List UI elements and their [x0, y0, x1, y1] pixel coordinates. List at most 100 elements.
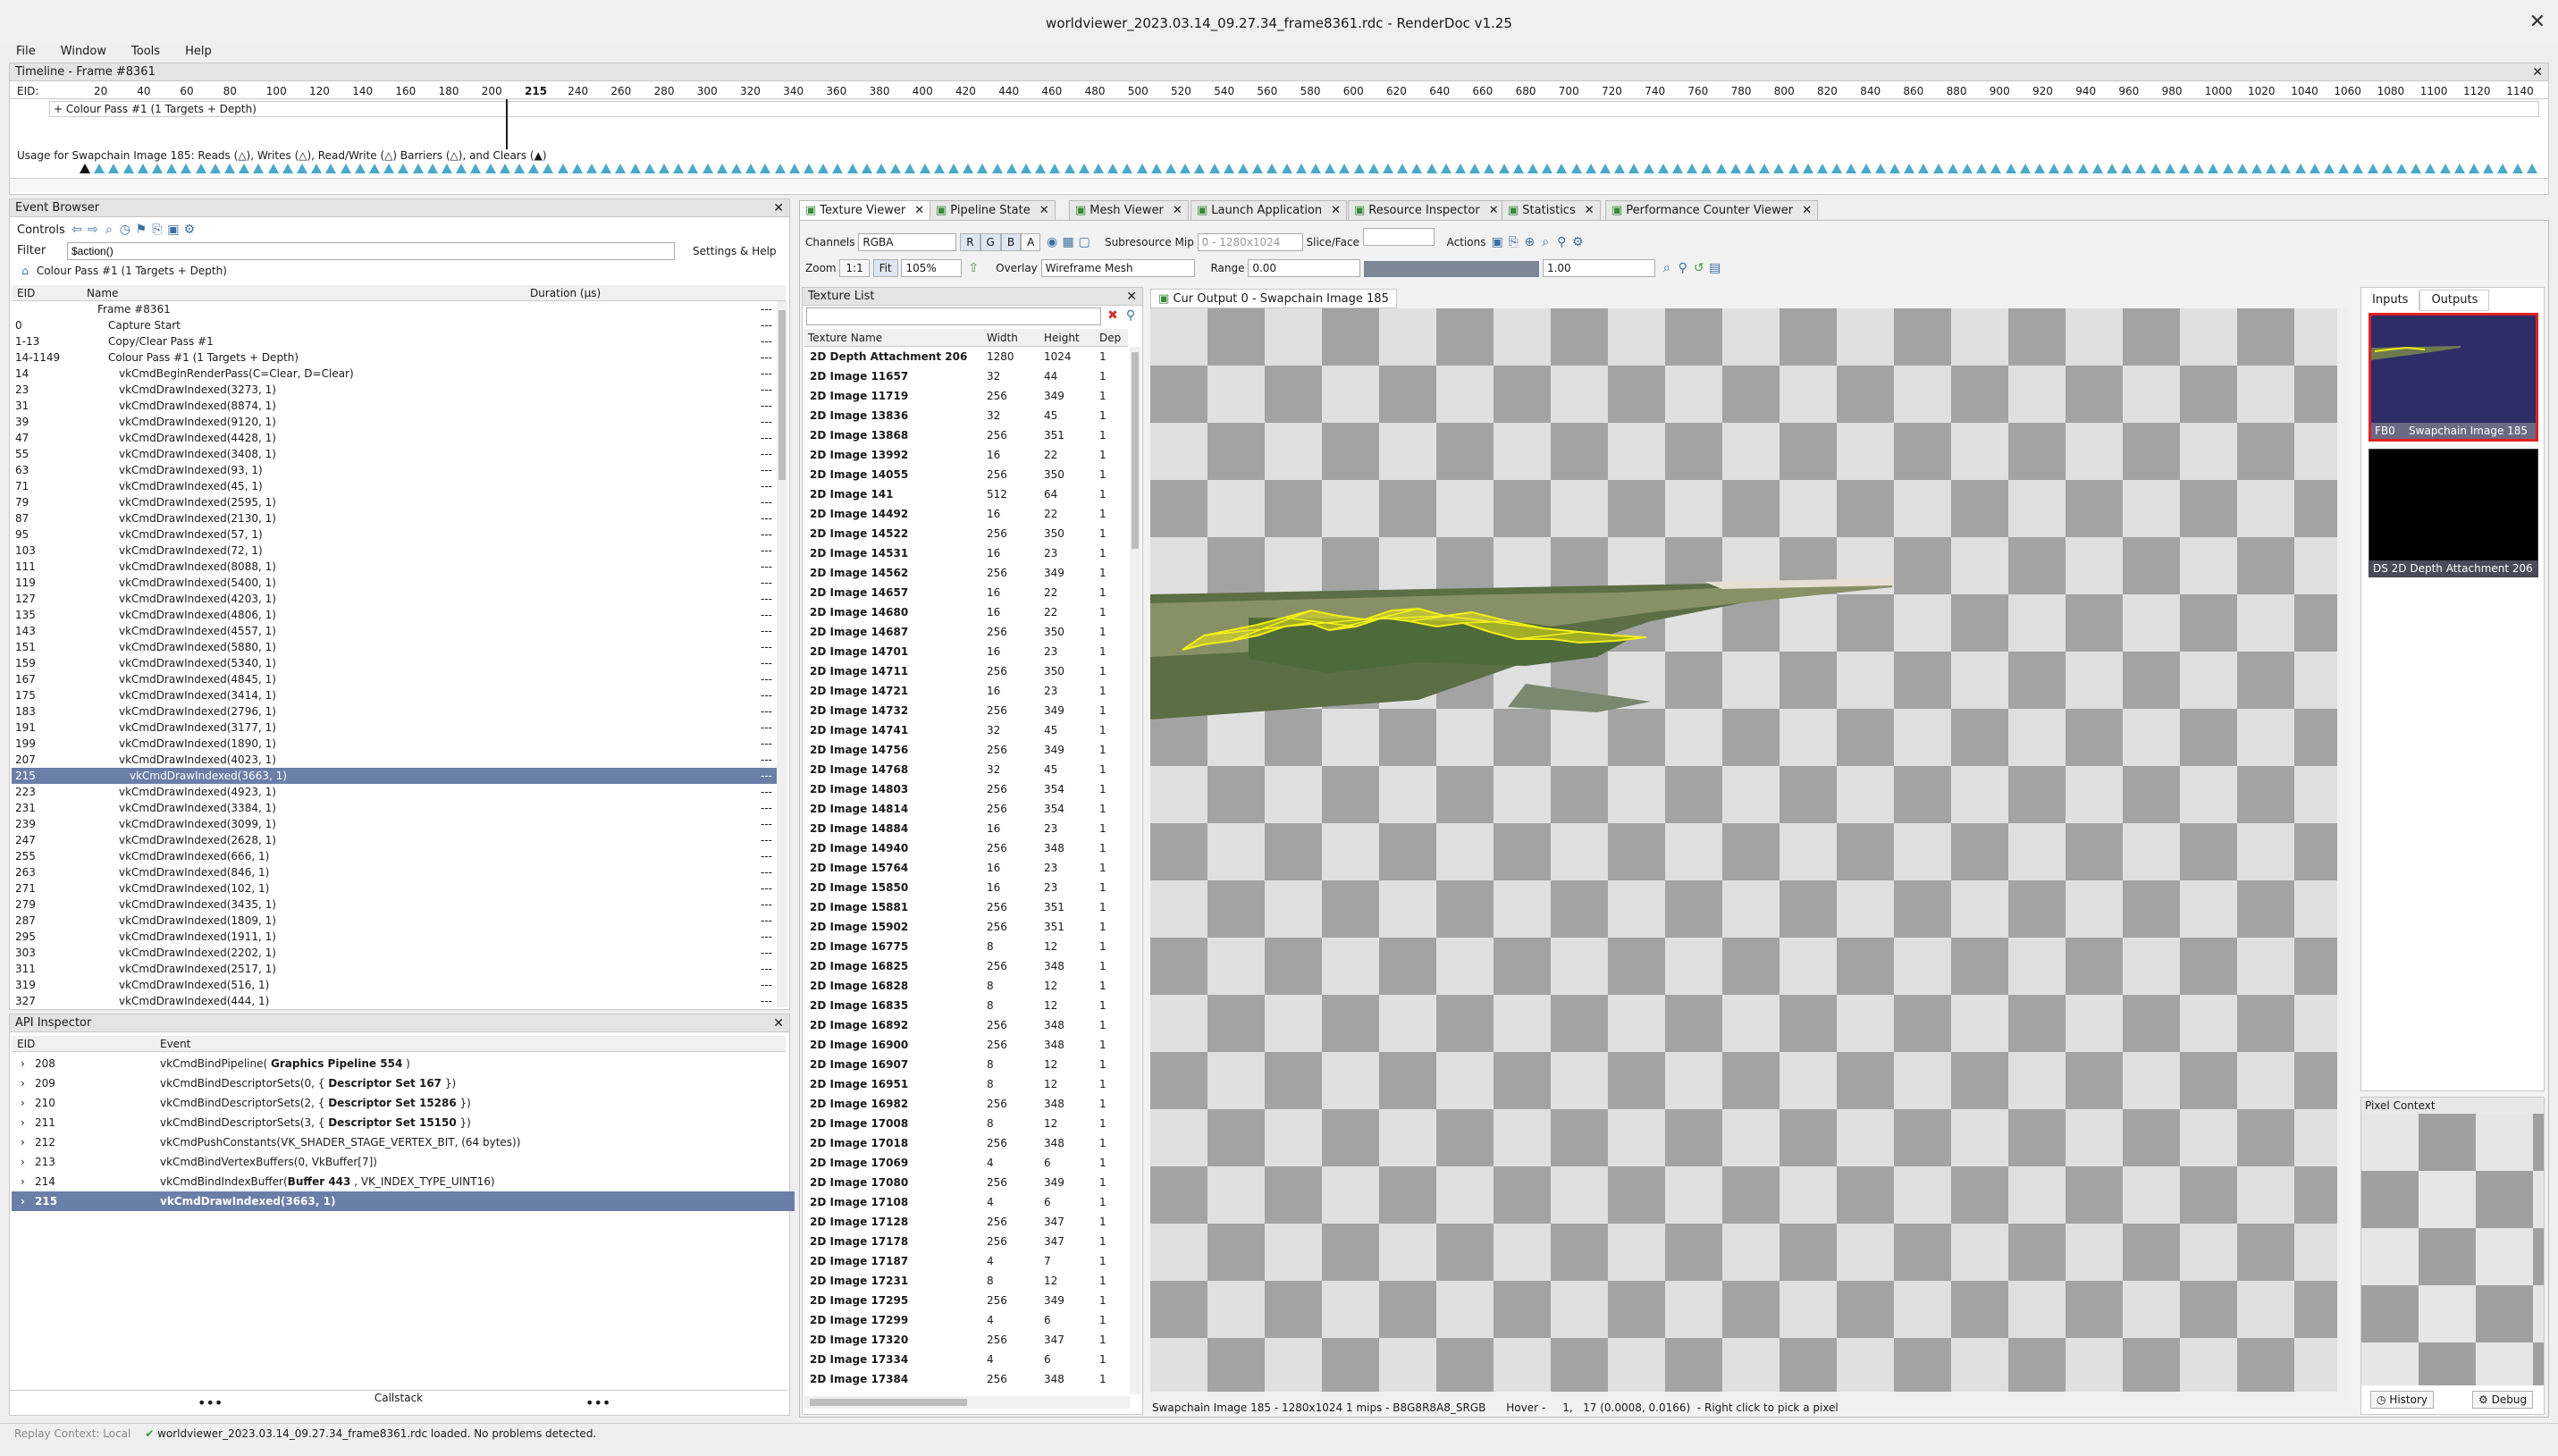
event-list-scrollbar[interactable]	[777, 301, 787, 1007]
texture-row[interactable]: 2D Image 16835 8 12 1	[804, 996, 1128, 1015]
close-icon[interactable]: ✕	[1802, 204, 1812, 217]
settings-icon[interactable]: ⚙	[1569, 234, 1586, 250]
thumbnail-depth[interactable]: DS 2D Depth Attachment 206	[2369, 449, 2538, 577]
mip-select[interactable]: 0 - 1280x1024	[1197, 233, 1303, 251]
tab-resource-inspector[interactable]: ▣ Resource Inspector ✕	[1348, 200, 1505, 220]
tab-pipeline-state[interactable]: ▣ Pipeline State ✕	[930, 200, 1056, 220]
texture-row[interactable]: 2D Image 16982 256 348 1	[804, 1094, 1128, 1114]
texture-row[interactable]: 2D Image 17187 4 7 1	[804, 1251, 1128, 1271]
event-row[interactable]: 143 vkCmdDrawIndexed(4557, 1) ---	[12, 623, 784, 639]
history-button[interactable]: ◷ History	[2370, 1391, 2435, 1409]
zoom-range-icon[interactable]: ⌕	[1659, 260, 1675, 276]
close-icon[interactable]: ✕	[1173, 204, 1182, 217]
texture-row[interactable]: 2D Image 17231 8 12 1	[804, 1271, 1128, 1291]
link-icon[interactable]: ⚲	[1553, 234, 1569, 250]
event-row[interactable]: Frame #8361 ---	[12, 301, 784, 317]
event-row[interactable]: 287 vkCmdDrawIndexed(1809, 1) ---	[12, 913, 784, 929]
event-row[interactable]: 23 vkCmdDrawIndexed(3273, 1) ---	[12, 382, 784, 398]
timeline-scrollbar[interactable]	[10, 178, 2548, 192]
outputs-tab[interactable]: Outputs	[2419, 290, 2490, 311]
texture-row[interactable]: 2D Image 15764 16 23 1	[804, 858, 1128, 878]
texture-list-hscrollbar[interactable]	[804, 1396, 1130, 1409]
event-row[interactable]: 119 vkCmdDrawIndexed(5400, 1) ---	[12, 575, 784, 591]
slice-select[interactable]	[1362, 228, 1435, 246]
home-icon[interactable]: ⌂	[17, 263, 33, 279]
texture-row[interactable]: 2D Image 14940 256 348 1	[804, 838, 1128, 858]
event-row[interactable]: 247 vkCmdDrawIndexed(2628, 1) ---	[12, 832, 784, 848]
event-row[interactable]: 167 vkCmdDrawIndexed(4845, 1) ---	[12, 671, 784, 687]
expand-icon[interactable]: ›	[21, 1113, 25, 1132]
close-icon[interactable]: ✕	[1489, 204, 1499, 217]
range-histogram[interactable]	[1364, 260, 1540, 277]
texture-row[interactable]: 2D Image 17178 256 347 1	[804, 1232, 1128, 1251]
usage-markers[interactable]	[80, 164, 2537, 176]
filter-icon[interactable]: ⚲	[1123, 307, 1139, 324]
event-row[interactable]: 263 vkCmdDrawIndexed(846, 1) ---	[12, 864, 784, 880]
texture-row[interactable]: 2D Image 16828 8 12 1	[804, 976, 1128, 996]
expand-icon[interactable]: ›	[21, 1172, 25, 1191]
event-row[interactable]: 199 vkCmdDrawIndexed(1890, 1) ---	[12, 736, 784, 752]
texture-row[interactable]: 2D Image 17008 8 12 1	[804, 1114, 1128, 1133]
texture-row[interactable]: 2D Image 17128 256 347 1	[804, 1212, 1128, 1232]
save-texture-icon[interactable]: ▣	[1489, 234, 1505, 250]
menu-tools[interactable]: Tools	[115, 43, 169, 58]
texture-viewport[interactable]	[1150, 308, 2337, 1392]
viewport-tab[interactable]: ▣ Cur Output 0 - Swapchain Image 185	[1150, 289, 1397, 308]
export-icon[interactable]: ⎘	[149, 222, 165, 238]
more-icon[interactable]: •••	[585, 1394, 610, 1411]
settings-icon[interactable]: ⚙	[181, 222, 198, 238]
viewport-vscrollbar[interactable]	[2337, 308, 2348, 1392]
event-row[interactable]: 87 vkCmdDrawIndexed(2130, 1) ---	[12, 510, 784, 526]
texture-row[interactable]: 2D Image 14884 16 23 1	[804, 819, 1128, 838]
texture-row[interactable]: 2D Image 141 512 64 1	[804, 484, 1128, 504]
api-col-event[interactable]: Event	[160, 1036, 190, 1052]
forward-icon[interactable]: ⇨	[85, 222, 101, 238]
api-col-eid[interactable]: EID	[17, 1036, 35, 1052]
event-row[interactable]: 79 vkCmdDrawIndexed(2595, 1) ---	[12, 494, 784, 510]
expand-icon[interactable]: ›	[21, 1152, 25, 1172]
window-close-button[interactable]: ✕	[2529, 11, 2545, 34]
col-texture-name[interactable]: Texture Name	[808, 329, 882, 347]
event-row[interactable]: 159 vkCmdDrawIndexed(5340, 1) ---	[12, 655, 784, 671]
texture-row[interactable]: 2D Image 16892 256 348 1	[804, 1015, 1128, 1035]
event-row[interactable]: 111 vkCmdDrawIndexed(8088, 1) ---	[12, 559, 784, 575]
texture-row[interactable]: 2D Image 11719 256 349 1	[804, 386, 1128, 406]
event-row[interactable]: 255 vkCmdDrawIndexed(666, 1) ---	[12, 848, 784, 864]
close-icon[interactable]: ✕	[914, 204, 924, 217]
event-row[interactable]: 14 vkCmdBeginRenderPass(C=Clear, D=Clear)…	[12, 366, 784, 382]
close-icon[interactable]: ✕	[1126, 288, 1137, 306]
api-resource-link[interactable]: Descriptor Set 15286	[328, 1097, 457, 1109]
texture-row[interactable]: 2D Image 14562 256 349 1	[804, 563, 1128, 583]
fit-button[interactable]: Fit	[872, 259, 898, 277]
inputs-tab[interactable]: Inputs	[2361, 290, 2420, 310]
expand-icon[interactable]: ›	[21, 1073, 25, 1093]
event-row[interactable]: 55 vkCmdDrawIndexed(3408, 1) ---	[12, 446, 784, 462]
event-row[interactable]: 183 vkCmdDrawIndexed(2796, 1) ---	[12, 703, 784, 720]
breadcrumb[interactable]: ⌂ Colour Pass #1 (1 Targets + Depth)	[17, 262, 227, 280]
event-row[interactable]: 327 vkCmdDrawIndexed(444, 1) ---	[12, 993, 784, 1007]
texture-row[interactable]: 2D Image 14531 16 23 1	[804, 543, 1128, 563]
tab-statistics[interactable]: ▣ Statistics ✕	[1502, 200, 1601, 220]
close-icon[interactable]: ✕	[1585, 204, 1595, 217]
overlay-select[interactable]: Wireframe Mesh	[1040, 259, 1195, 277]
event-row[interactable]: 1-13 Copy/Clear Pass #1 ---	[12, 333, 784, 349]
expand-icon[interactable]: ›	[21, 1054, 25, 1073]
texture-row[interactable]: 2D Image 17334 4 6 1	[804, 1350, 1128, 1369]
event-row[interactable]: 95 vkCmdDrawIndexed(57, 1) ---	[12, 526, 784, 543]
event-row[interactable]: 31 vkCmdDrawIndexed(8874, 1) ---	[12, 398, 784, 414]
tab-texture-viewer[interactable]: ▣ Texture Viewer ✕	[799, 200, 931, 220]
event-row[interactable]: 311 vkCmdDrawIndexed(2517, 1) ---	[12, 961, 784, 977]
event-row[interactable]: 319 vkCmdDrawIndexed(516, 1) ---	[12, 977, 784, 993]
texture-row[interactable]: 2D Image 17080 256 349 1	[804, 1173, 1128, 1192]
menu-file[interactable]: File	[0, 43, 45, 58]
col-depth[interactable]: Dep	[1099, 329, 1121, 347]
timeline-pass-bar[interactable]: + Colour Pass #1 (1 Targets + Depth)	[49, 101, 2539, 117]
texture-row[interactable]: 2D Image 14657 16 22 1	[804, 583, 1128, 602]
texture-row[interactable]: 2D Image 14711 256 350 1	[804, 661, 1128, 681]
close-icon[interactable]: ✕	[773, 1014, 784, 1032]
texture-row[interactable]: 2D Image 14732 256 349 1	[804, 701, 1128, 720]
api-row[interactable]: › 210 vkCmdBindDescriptorSets(2, { Descrip…	[12, 1093, 795, 1113]
event-row[interactable]: 14-1149 Colour Pass #1 (1 Targets + Depth…	[12, 349, 784, 366]
tab-launch-application[interactable]: ▣ Launch Application ✕	[1191, 200, 1348, 220]
api-resource-link[interactable]: Graphics Pipeline 554	[271, 1057, 402, 1070]
